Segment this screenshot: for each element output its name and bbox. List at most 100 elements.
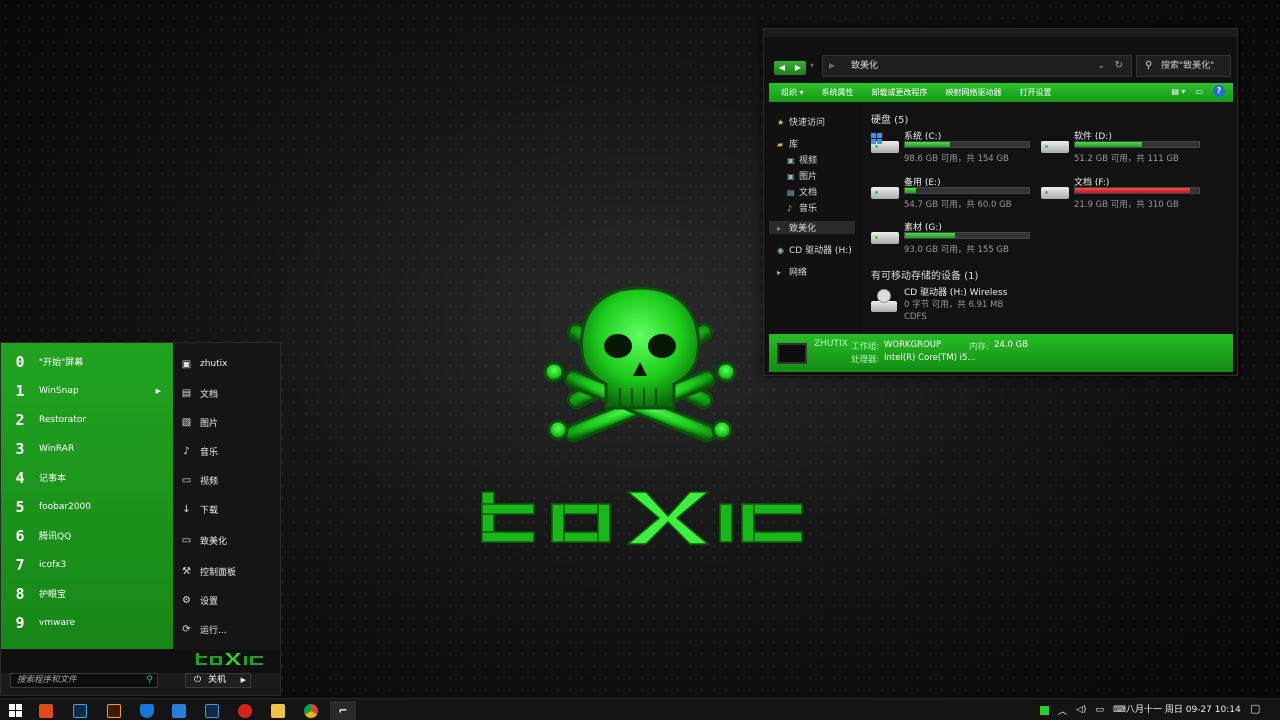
title-bar[interactable] <box>764 29 1237 37</box>
notification-icon[interactable]: ▢ <box>1250 702 1260 715</box>
cd-drive-icon <box>871 289 897 315</box>
help-icon[interactable]: ? <box>1213 85 1225 97</box>
settings-icon: ⚙ <box>182 594 191 606</box>
place-computer[interactable]: ▭ 致美化 <box>173 527 280 553</box>
app-restorator[interactable]: 2 Restorator <box>1 405 173 434</box>
network-icon: ▸ <box>777 268 782 277</box>
place-downloads[interactable]: ↓ 下载 <box>173 496 280 522</box>
netease-music-app-icon[interactable] <box>232 701 258 720</box>
app-notepad[interactable]: 4 记事本 <box>1 463 173 492</box>
document-icon: ▤ <box>181 387 192 399</box>
computer-icon: ▶ <box>829 61 836 70</box>
search-icon: ⚲ <box>1145 60 1153 71</box>
show-hidden-icons-icon[interactable]: ︿ <box>1058 704 1067 717</box>
defender-app-icon[interactable] <box>134 701 160 720</box>
app-eye-care[interactable]: 8 护眼宝 <box>1 579 173 608</box>
active-app-icon[interactable]: ⌐ <box>330 701 356 720</box>
open-settings-button[interactable]: 打开设置 <box>1020 87 1052 98</box>
sidebar-item-this-pc[interactable]: ▸ 致美化 <box>769 221 855 234</box>
input-method-icon[interactable]: ⌨ <box>1113 705 1126 715</box>
search-placeholder: 搜索"致美化" <box>1161 61 1215 71</box>
office-app-icon[interactable] <box>33 701 59 720</box>
app-foobar2000[interactable]: 5 foobar2000 <box>1 492 173 521</box>
recent-locations-icon[interactable]: ▾ <box>810 61 814 70</box>
search-box[interactable]: ⚲ 搜索"致美化" <box>1136 55 1231 77</box>
preview-pane-icon[interactable]: ▭ <box>1195 87 1203 96</box>
place-documents[interactable]: ▤ 文档 <box>173 380 280 406</box>
user-icon: ▣ <box>181 358 192 370</box>
forward-arrow-icon[interactable]: ▶ <box>790 61 806 75</box>
drive-item[interactable]: 软件 (D:) 51.2 GB 可用，共 111 GB <box>1041 129 1206 169</box>
app-qq[interactable]: 6 腾讯QQ <box>1 521 173 550</box>
submenu-arrow-icon[interactable]: ▶ <box>156 387 161 395</box>
volume-icon[interactable]: ◁) <box>1076 705 1086 715</box>
sidebar-item-documents[interactable]: ▤ 文档 <box>787 185 817 198</box>
network-icon[interactable]: ▭ <box>1095 705 1104 715</box>
organize-menu[interactable]: 组织 ▾ <box>781 87 804 98</box>
computer-icon <box>777 343 807 364</box>
drive-item[interactable]: 备用 (E:) 54.7 GB 可用，共 60.0 GB <box>871 175 1036 215</box>
control-panel-icon: ⚒ <box>182 565 191 577</box>
uninstall-program-button[interactable]: 卸载或更改程序 <box>872 87 928 98</box>
system-properties-button[interactable]: 系统属性 <box>822 87 854 98</box>
power-icon: ⏻ <box>194 675 202 685</box>
place-control-panel[interactable]: ⚒ 控制面板 <box>173 558 280 584</box>
terminal-app-icon[interactable] <box>199 701 225 720</box>
computer-name: ZHUTIX <box>814 339 848 349</box>
usage-bar <box>904 232 1030 239</box>
pinned-apps-list: 0 "开始"屏幕 1 WinSnap ▶ 2 Restorator 3 WinRAR 4记… <box>1 343 173 649</box>
start-search-input[interactable]: 搜索程序和文件 ⚲ <box>10 673 158 688</box>
sidebar-item-network[interactable]: ▸ 网络 <box>777 265 807 278</box>
back-arrow-icon[interactable]: ◀ <box>774 61 790 75</box>
shutdown-options-arrow-icon[interactable]: ▶ <box>241 674 246 687</box>
cd-drive-item[interactable]: CD 驱动器 (H:) Wireless 0 字节 可用，共 6.91 MB C… <box>871 285 1071 325</box>
sidebar-item-music[interactable]: ♪ 音乐 <box>787 201 817 214</box>
notepad-app-icon[interactable] <box>166 701 192 720</box>
place-videos[interactable]: ▭ 视频 <box>173 467 280 493</box>
hard-drive-icon <box>1041 187 1069 199</box>
picture-icon: ▣ <box>787 172 795 181</box>
memory-value: 24.0 GB <box>994 340 1029 350</box>
sidebar-item-cd-drive[interactable]: ◉ CD 驱动器 (H:) <box>777 243 852 256</box>
place-user[interactable]: ▣ zhutix <box>173 351 280 377</box>
view-options-icon[interactable]: ▤ ▾ <box>1171 87 1185 96</box>
skull-crossbones-logo <box>543 286 737 443</box>
map-network-drive-button[interactable]: 映射网络驱动器 <box>946 87 1002 98</box>
app-winsnap[interactable]: 1 WinSnap ▶ <box>1 376 173 405</box>
address-bar[interactable]: ▶ 致美化 ⌄ ↻ <box>822 55 1132 77</box>
sidebar-item-pictures[interactable]: ▣ 图片 <box>787 169 817 182</box>
usage-bar <box>1074 141 1200 148</box>
clock[interactable]: 八月十一 周日 09-27 10:14 <box>1126 699 1241 720</box>
drive-item[interactable]: 系统 (C:) 98.6 GB 可用，共 154 GB <box>871 129 1036 169</box>
tray-app-icon[interactable] <box>1040 705 1049 715</box>
photoshop-app-icon[interactable] <box>67 701 93 720</box>
usage-bar <box>904 187 1030 194</box>
illustrator-app-icon[interactable] <box>101 701 127 720</box>
chevron-down-icon[interactable]: ⌄ <box>1097 56 1105 76</box>
hard-drives-header[interactable]: 硬盘 (5) <box>871 111 908 126</box>
app-winrar[interactable]: 3 WinRAR <box>1 434 173 463</box>
file-explorer-app-icon[interactable] <box>265 701 291 720</box>
workgroup-label: 工作组: <box>851 342 880 352</box>
place-pictures[interactable]: ▧ 图片 <box>173 409 280 435</box>
shutdown-button[interactable]: ⏻ 关机 ▶ <box>185 673 251 688</box>
search-icon[interactable]: ⚲ <box>146 674 153 687</box>
place-music[interactable]: ♪ 音乐 <box>173 438 280 464</box>
music-icon: ♪ <box>787 204 793 213</box>
drive-item[interactable]: 文档 (F:) 21.9 GB 可用，共 310 GB <box>1041 175 1206 215</box>
start-button[interactable] <box>2 701 28 720</box>
refresh-icon[interactable]: ↻ <box>1115 56 1123 76</box>
place-run[interactable]: ⟳ 运行... <box>173 616 280 642</box>
usage-fill <box>905 233 955 238</box>
removable-devices-header[interactable]: 有可移动存储的设备 (1) <box>871 267 978 282</box>
app-icofx3[interactable]: 7 icofx3 <box>1 550 173 579</box>
app-vmware[interactable]: 9 vmware <box>1 608 173 637</box>
sidebar-item-videos[interactable]: ▣ 视频 <box>787 153 817 166</box>
drive-item[interactable]: 素材 (G:) 93.0 GB 可用，共 155 GB <box>871 220 1036 260</box>
sidebar-item-quick-access[interactable]: ★ 快速访问 <box>777 115 825 128</box>
chrome-app-icon[interactable] <box>298 701 324 720</box>
sidebar-item-library[interactable]: ▰ 库 <box>777 137 798 150</box>
place-settings[interactable]: ⚙ 设置 <box>173 587 280 613</box>
app-start-screen[interactable]: 0 "开始"屏幕 <box>1 347 173 376</box>
navigation-pane: ★ 快速访问 ▰ 库 ▣ 视频 ▣ 图片 ▤ 文档 ♪ 音乐 ▸ 致美化 ◉ CD 驱动器 (H… <box>769 103 859 333</box>
